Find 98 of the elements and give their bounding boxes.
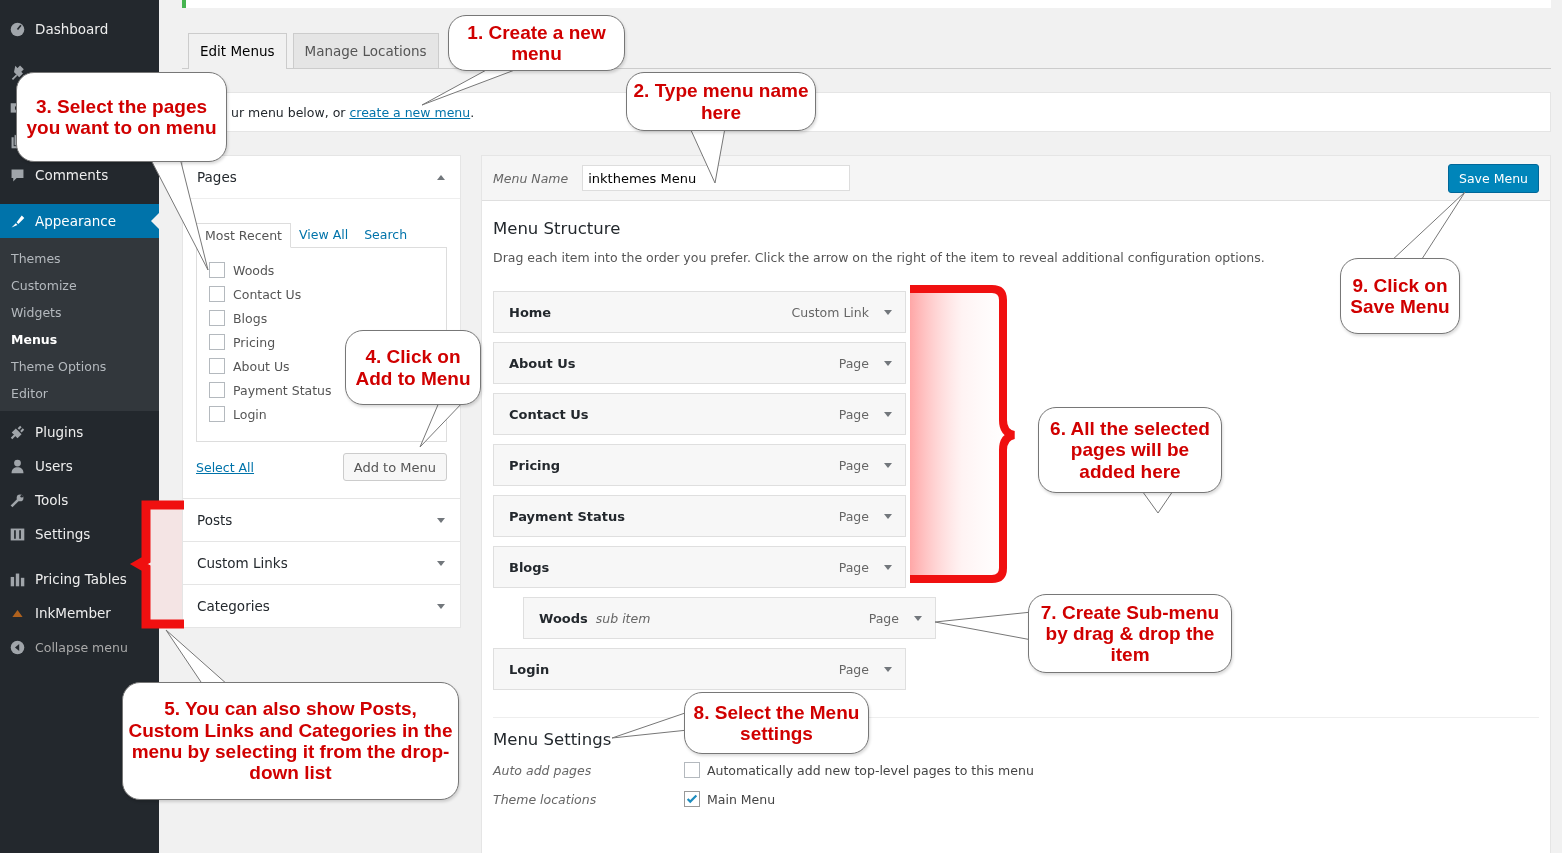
save-menu-button[interactable]: Save Menu [1448,163,1539,193]
sidebar-item[interactable]: InkMember [0,596,119,630]
menu-item-title: About Us [509,355,576,371]
checkbox[interactable] [209,382,225,398]
checkbox-label: Woods [233,262,275,278]
checkbox[interactable] [209,406,225,422]
checkbox-label: Pricing [233,334,276,350]
submenu-item[interactable]: Themes [0,245,159,272]
menu-item-title: Pricing [509,457,561,473]
menu-item-note: sub item [595,610,651,626]
expand-arrow-icon[interactable] [883,664,893,674]
expand-arrow-icon [436,558,446,568]
instruction-text: ur menu below, or create a new menu. [231,104,475,120]
callout-bubble: 8. Select the Menu settings [684,692,869,754]
checkbox-label: Contact Us [233,286,302,302]
menu-item-type: Page [838,508,869,524]
tab[interactable]: Manage Locations [292,33,439,68]
expand-arrow-icon[interactable] [883,307,893,317]
menu-item[interactable]: Login Page [493,648,906,690]
menu-item-type: Page [868,610,899,626]
menu-item-type: Page [838,355,869,371]
submenu-item[interactable]: Menus [0,326,159,353]
tab[interactable]: Search [356,223,416,247]
menu-item[interactable]: Pricing Page [493,444,906,486]
accordion-header[interactable]: Categories [183,585,460,627]
expand-arrow-icon [436,515,446,525]
add-to-menu-button[interactable]: Add to Menu [342,453,447,481]
menu-item-type: Page [838,661,869,677]
submenu-item[interactable]: Editor [0,380,159,407]
menu-item-title: Contact Us [509,406,589,422]
plug-icon [9,423,26,441]
expand-arrow-icon[interactable] [883,409,893,419]
tab[interactable]: Most Recent [196,223,292,248]
sidebar-item[interactable]: Dashboard [0,12,117,46]
checkbox-label: Payment Status [233,382,332,398]
expand-arrow-icon[interactable] [883,511,893,521]
menu-item-title: Blogs [509,559,550,575]
dashboard-icon [9,20,26,38]
menu-item[interactable]: Home Custom Link [493,291,906,333]
tab[interactable]: Edit Menus [188,33,287,69]
description-text: Drag each item into the order you prefer. Click the arrow on the right of the item to reveal additional configuration options. [493,250,1266,265]
menu-item-title: Payment Status [509,508,625,524]
menu-item-type: Page [838,559,869,575]
setting-label: Theme locations [493,791,598,807]
checkbox[interactable] [209,262,225,278]
expand-arrow-icon[interactable] [883,460,893,470]
checkbox[interactable] [684,762,700,778]
setting-label: Auto add pages [493,762,593,778]
callout-bubble: 9. Click on Save Menu [1340,258,1460,334]
menu-item-type: Page [838,406,869,422]
sidebar-item[interactable]: Pricing Tables [0,562,135,596]
sidebar-item[interactable]: Settings [0,517,99,551]
menu-item[interactable]: Blogs Page [493,546,906,588]
create-menu-link[interactable]: create a new menu [349,104,471,120]
section-title: Menu Structure [493,219,621,238]
checkbox-label: About Us [233,358,290,374]
accordion-header[interactable]: Posts [183,499,460,541]
menu-item-title: Woods [539,610,588,626]
checkbox-label: Automatically add new top-level pages to this menu [707,762,1034,778]
sidebar-item[interactable]: Plugins [0,415,92,449]
menu-item-type: Page [838,457,869,473]
select-all-link[interactable]: Select All [196,459,255,475]
submenu-item[interactable]: Theme Options [0,353,159,380]
menu-item[interactable]: Woods sub item Page [523,597,936,639]
callout-bubble: 7. Create Sub-menu by drag & drop the item [1028,594,1232,673]
menu-item[interactable]: Contact Us Page [493,393,906,435]
pointer-notch [151,213,159,229]
checkbox-label: Login [233,406,267,422]
submenu-item[interactable]: Customize [0,272,159,299]
callout-bubble: 6. All the selected pages will be added here [1038,407,1222,493]
pin-icon [9,64,26,82]
menu-item[interactable]: Payment Status Page [493,495,906,537]
user-icon [9,457,26,475]
menu-item-title: Home [509,304,552,320]
collapse-menu-button[interactable]: Collapse menu [0,630,136,664]
checkbox[interactable] [209,334,225,350]
menu-item-title: Login [509,661,550,677]
tab[interactable]: View All [291,223,357,247]
menu-name-label: Menu Name [493,170,569,186]
section-title: Menu Settings [493,730,612,749]
collapse-icon [9,638,26,656]
accordion-header[interactable]: Custom Links [183,542,460,584]
sidebar-item[interactable]: Users [0,449,81,483]
checkbox-label: Blogs [233,310,268,326]
sidebar-item[interactable]: Tools [0,483,77,517]
menu-item-type: Custom Link [791,304,869,320]
sidebar-item[interactable]: Appearance [0,204,159,238]
expand-arrow-icon [436,601,446,611]
expand-arrow-icon[interactable] [883,358,893,368]
checkbox[interactable] [684,791,700,807]
expand-arrow-icon[interactable] [913,613,923,623]
submenu-item[interactable]: Widgets [0,299,159,326]
expand-arrow-icon[interactable] [883,562,893,572]
menu-item[interactable]: About Us Page [493,342,906,384]
checkbox-label: Main Menu [707,791,776,807]
checkbox[interactable] [209,286,225,302]
checkbox[interactable] [209,310,225,326]
checkbox[interactable] [209,358,225,374]
